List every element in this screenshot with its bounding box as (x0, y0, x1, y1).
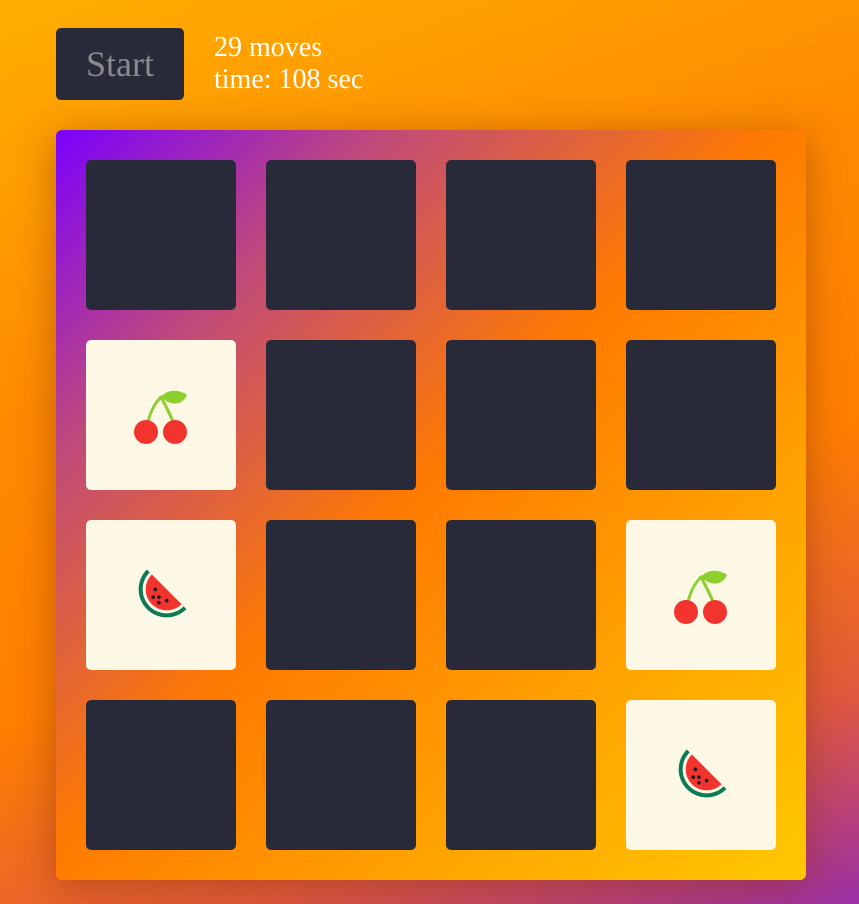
card-3-3[interactable] (446, 520, 596, 670)
card-4-1[interactable] (86, 700, 236, 850)
cherry-svg (134, 390, 187, 444)
card-4-3[interactable] (446, 700, 596, 850)
card-2-4[interactable] (626, 340, 776, 490)
card-4-2[interactable] (266, 700, 416, 850)
timer: time: 108 sec (214, 64, 364, 95)
card-1-4[interactable] (626, 160, 776, 310)
watermelon-icon (671, 745, 731, 805)
card-4-4[interactable] (626, 700, 776, 850)
watermelon-svg (678, 749, 727, 798)
stats-panel: 29 moves time: 108 sec (214, 32, 363, 96)
card-2-3[interactable] (446, 340, 596, 490)
watermelon-svg (138, 569, 187, 618)
card-1-2[interactable] (266, 160, 416, 310)
card-1-3[interactable] (446, 160, 596, 310)
card-3-4[interactable] (626, 520, 776, 670)
card-2-1[interactable] (86, 340, 236, 490)
game-board (56, 130, 806, 880)
watermelon-icon (131, 565, 191, 625)
moves-counter: 29 moves (214, 32, 323, 63)
card-3-1[interactable] (86, 520, 236, 670)
controls-bar: Start 29 moves time: 108 sec (56, 28, 363, 100)
cherry-svg (674, 570, 727, 624)
cherry-icon (131, 385, 191, 445)
start-button[interactable]: Start (56, 28, 184, 100)
cherry-icon (671, 565, 731, 625)
card-1-1[interactable] (86, 160, 236, 310)
card-3-2[interactable] (266, 520, 416, 670)
card-2-2[interactable] (266, 340, 416, 490)
